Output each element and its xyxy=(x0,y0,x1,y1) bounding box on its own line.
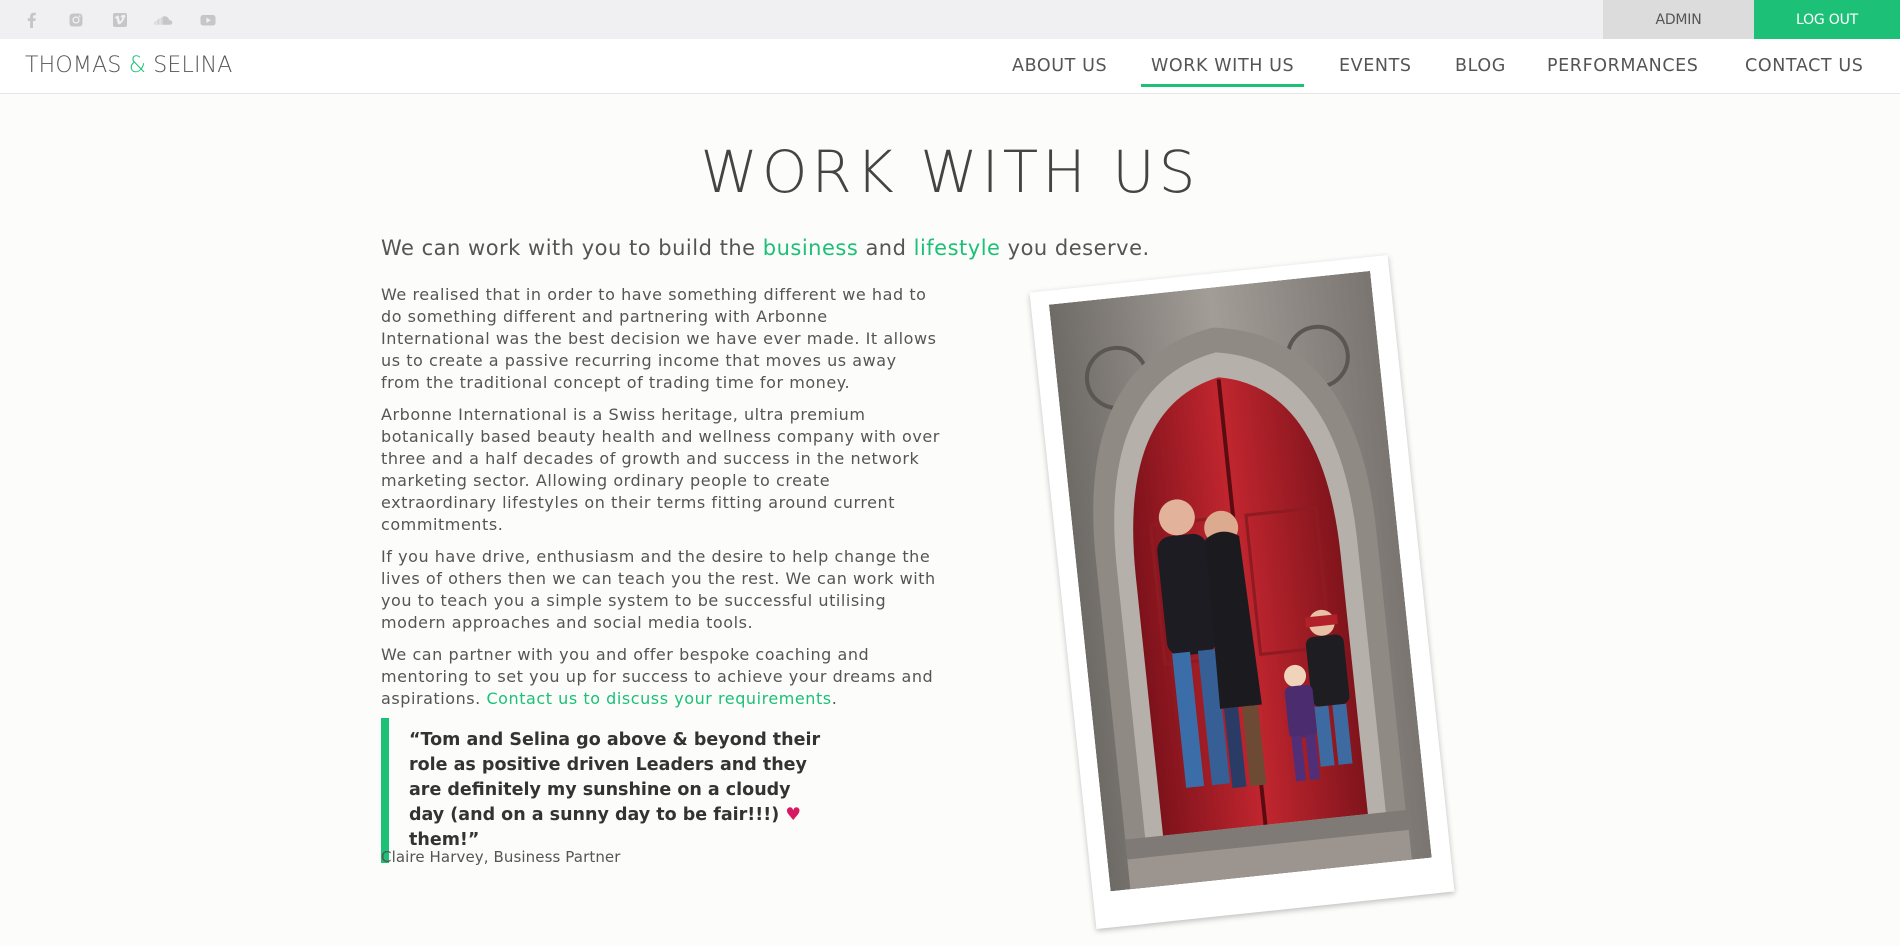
top-utility-bar: ADMIN LOG OUT xyxy=(0,0,1900,39)
heart-icon: ♥ xyxy=(785,805,802,825)
nav-performances[interactable]: PERFORMANCES xyxy=(1547,56,1699,76)
lead-paragraph: We can work with you to build the busine… xyxy=(381,236,1150,260)
paragraph-3: If you have drive, enthusiasm and the de… xyxy=(381,547,936,632)
nav-about-us[interactable]: ABOUT US xyxy=(1012,56,1107,76)
quote-text-1: “Tom and Selina go above & beyond their … xyxy=(409,730,821,825)
nav-work-with-us[interactable]: WORK WITH US xyxy=(1140,56,1305,87)
facebook-icon[interactable] xyxy=(22,10,41,29)
soundcloud-icon[interactable] xyxy=(154,10,173,29)
page-title: WORK WITH US xyxy=(0,138,1900,206)
lead-part-2: and xyxy=(858,236,914,260)
paragraph-2: Arbonne International is a Swiss heritag… xyxy=(381,405,940,534)
page-title-text: WORK WITH US xyxy=(700,138,1200,206)
nav-events[interactable]: EVENTS xyxy=(1339,56,1412,76)
quote-attribution: Claire Harvey, Business Partner xyxy=(381,848,621,866)
nav-contact-us[interactable]: CONTACT US xyxy=(1745,56,1863,76)
lead-part-1: We can work with you to build the xyxy=(381,236,763,260)
logout-button[interactable]: LOG OUT xyxy=(1754,0,1900,39)
vimeo-icon[interactable] xyxy=(110,10,129,29)
lead-accent-business: business xyxy=(762,236,859,260)
quote-text-2: them!” xyxy=(409,830,480,850)
nav-blog[interactable]: BLOG xyxy=(1455,56,1506,76)
testimonial-quote: “Tom and Selina go above & beyond their … xyxy=(381,718,821,863)
family-photo-illustration xyxy=(1048,270,1432,892)
lead-part-3: you deserve. xyxy=(1000,236,1150,260)
social-links xyxy=(22,10,217,29)
family-photo-frame xyxy=(1029,254,1455,930)
instagram-icon[interactable] xyxy=(66,10,85,29)
paragraph-4-suffix: . xyxy=(831,689,838,708)
contact-us-link[interactable]: Contact us to discuss your requirements xyxy=(486,689,831,708)
youtube-icon[interactable] xyxy=(198,10,217,29)
admin-button[interactable]: ADMIN xyxy=(1603,0,1754,39)
body-text: We realised that in order to have someth… xyxy=(381,284,941,720)
family-photo xyxy=(1048,270,1432,892)
lead-accent-lifestyle: lifestyle xyxy=(913,236,1001,260)
paragraph-1: We realised that in order to have someth… xyxy=(381,285,937,392)
nav-items-row: ABOUT US WORK WITH US EVENTS BLOG PERFOR… xyxy=(0,39,1900,94)
paragraph-4: We can partner with you and offer bespok… xyxy=(381,644,941,710)
